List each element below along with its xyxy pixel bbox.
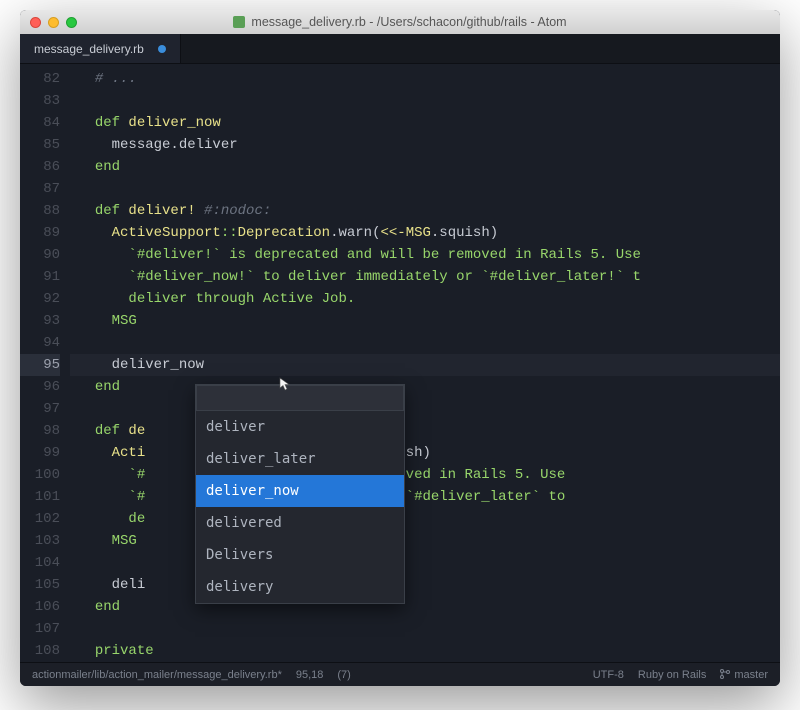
code-line[interactable]: `# er immediately or `#deliver_later` to: [70, 486, 780, 508]
line-number[interactable]: 105: [20, 574, 60, 596]
code-line[interactable]: [70, 618, 780, 640]
line-number[interactable]: 98: [20, 420, 60, 442]
tab-modified-indicator[interactable]: [158, 45, 166, 53]
tab-message-delivery[interactable]: message_delivery.rb: [20, 34, 181, 63]
window-title: message_delivery.rb - /Users/schacon/git…: [30, 15, 770, 29]
line-number[interactable]: 84: [20, 112, 60, 134]
code-line[interactable]: deli: [70, 574, 780, 596]
code-line[interactable]: MSG: [70, 310, 780, 332]
code-line[interactable]: [70, 178, 780, 200]
code-line[interactable]: `#deliver!` is deprecated and will be re…: [70, 244, 780, 266]
code-line[interactable]: message.deliver: [70, 134, 780, 156]
line-number[interactable]: 88: [20, 200, 60, 222]
line-number[interactable]: 82: [20, 68, 60, 90]
line-number[interactable]: 104: [20, 552, 60, 574]
code-line[interactable]: Acti n.warn(<<-MSG.squish): [70, 442, 780, 464]
autocomplete-item[interactable]: delivery: [196, 571, 404, 603]
code-line[interactable]: ActiveSupport::Deprecation.warn(<<-MSG.s…: [70, 222, 780, 244]
code-line[interactable]: def deliver! #:nodoc:: [70, 200, 780, 222]
line-number[interactable]: 90: [20, 244, 60, 266]
editor-window: message_delivery.rb - /Users/schacon/git…: [20, 10, 780, 686]
code-line[interactable]: end: [70, 376, 780, 398]
line-number[interactable]: 93: [20, 310, 60, 332]
code-line[interactable]: # ...: [70, 68, 780, 90]
autocomplete-list: deliverdeliver_laterdeliver_nowdelivered…: [196, 411, 404, 603]
code-line[interactable]: deliver through Active Job.: [70, 288, 780, 310]
code-area[interactable]: # ... def deliver_now message.deliver en…: [70, 64, 780, 662]
line-number[interactable]: 95: [20, 354, 60, 376]
code-line[interactable]: de Job.: [70, 508, 780, 530]
code-line[interactable]: private: [70, 640, 780, 662]
code-line[interactable]: [70, 90, 780, 112]
atom-app-icon: [233, 16, 245, 28]
line-number[interactable]: 99: [20, 442, 60, 464]
code-line[interactable]: `#deliver_now!` to deliver immediately o…: [70, 266, 780, 288]
status-encoding[interactable]: UTF-8: [593, 669, 624, 681]
code-line[interactable]: end: [70, 596, 780, 618]
line-number[interactable]: 102: [20, 508, 60, 530]
status-bar: actionmailer/lib/action_mailer/message_d…: [20, 662, 780, 686]
tab-bar: message_delivery.rb: [20, 34, 780, 64]
code-line[interactable]: [70, 332, 780, 354]
line-number-gutter[interactable]: 8283848586878889909192939495969798991001…: [20, 64, 70, 662]
window-controls: [30, 17, 77, 28]
line-number[interactable]: 87: [20, 178, 60, 200]
git-branch-name: master: [734, 669, 768, 681]
git-branch-icon: [720, 669, 730, 679]
status-cursor-position[interactable]: 95,18: [296, 669, 324, 681]
line-number[interactable]: 101: [20, 486, 60, 508]
code-line[interactable]: MSG: [70, 530, 780, 552]
minimize-window-button[interactable]: [48, 17, 59, 28]
window-title-text: message_delivery.rb - /Users/schacon/git…: [251, 15, 566, 29]
line-number[interactable]: 96: [20, 376, 60, 398]
status-selection-count: (7): [337, 669, 350, 681]
code-line[interactable]: [70, 398, 780, 420]
autocomplete-item[interactable]: deliver_now: [196, 475, 404, 507]
status-git-branch[interactable]: master: [720, 669, 768, 681]
line-number[interactable]: 94: [20, 332, 60, 354]
line-number[interactable]: 86: [20, 156, 60, 178]
line-number[interactable]: 91: [20, 266, 60, 288]
zoom-window-button[interactable]: [66, 17, 77, 28]
code-line[interactable]: [70, 552, 780, 574]
line-number[interactable]: 108: [20, 640, 60, 662]
line-number[interactable]: 97: [20, 398, 60, 420]
autocomplete-item[interactable]: Delivers: [196, 539, 404, 571]
code-line[interactable]: `# d and will be removed in Rails 5. Use: [70, 464, 780, 486]
autocomplete-input[interactable]: [196, 385, 404, 411]
close-window-button[interactable]: [30, 17, 41, 28]
line-number[interactable]: 92: [20, 288, 60, 310]
tab-filename: message_delivery.rb: [34, 42, 144, 56]
line-number[interactable]: 106: [20, 596, 60, 618]
code-line[interactable]: end: [70, 156, 780, 178]
code-line[interactable]: def de: [70, 420, 780, 442]
code-line[interactable]: deliver_now: [70, 354, 780, 376]
autocomplete-popup: deliverdeliver_laterdeliver_nowdelivered…: [195, 384, 405, 604]
line-number[interactable]: 107: [20, 618, 60, 640]
code-editor[interactable]: 8283848586878889909192939495969798991001…: [20, 64, 780, 662]
status-file-path[interactable]: actionmailer/lib/action_mailer/message_d…: [32, 669, 282, 681]
line-number[interactable]: 103: [20, 530, 60, 552]
autocomplete-item[interactable]: deliver: [196, 411, 404, 443]
line-number[interactable]: 89: [20, 222, 60, 244]
line-number[interactable]: 100: [20, 464, 60, 486]
autocomplete-item[interactable]: deliver_later: [196, 443, 404, 475]
line-number[interactable]: 83: [20, 90, 60, 112]
line-number[interactable]: 85: [20, 134, 60, 156]
autocomplete-item[interactable]: delivered: [196, 507, 404, 539]
code-line[interactable]: def deliver_now: [70, 112, 780, 134]
titlebar[interactable]: message_delivery.rb - /Users/schacon/git…: [20, 10, 780, 34]
status-grammar[interactable]: Ruby on Rails: [638, 669, 706, 681]
